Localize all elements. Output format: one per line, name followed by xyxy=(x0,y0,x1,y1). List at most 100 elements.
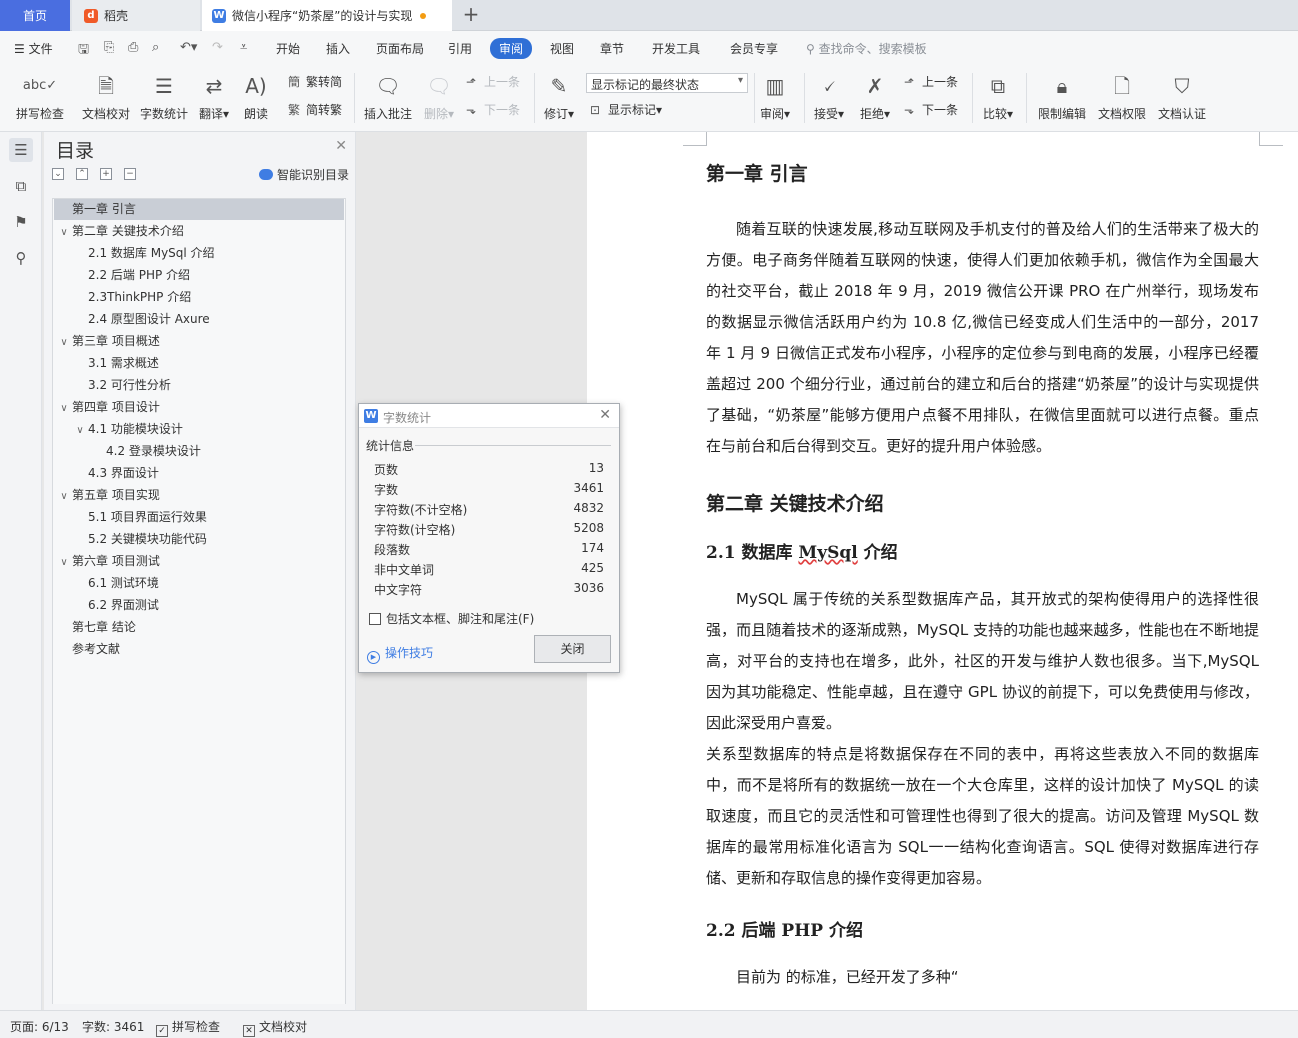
chevron-down-icon[interactable]: ∨ xyxy=(58,398,70,419)
customize-icon[interactable]: ⩡ xyxy=(240,40,247,55)
toc-item[interactable]: 2.4 原型图设计 Axure xyxy=(54,309,344,330)
print-icon[interactable]: ⎙ xyxy=(128,40,138,55)
toc-item[interactable]: ∨ 第三章 项目概述 xyxy=(54,331,344,352)
review-pane-button[interactable]: ▥ 审阅▾ xyxy=(756,71,794,122)
next-comment-button[interactable]: ⬎ 下一条 xyxy=(466,101,520,118)
outline-icon[interactable]: ☰ xyxy=(9,138,33,162)
chapter-nav-icon[interactable]: ⧉ xyxy=(9,174,33,198)
undo-icon[interactable]: ↶▾ xyxy=(180,40,197,55)
tab-document[interactable]: W 微信小程序“奶茶屋”的设计与实现 xyxy=(202,0,452,31)
menu-view[interactable]: 视图 xyxy=(550,40,574,57)
chevron-down-icon[interactable]: ∨ xyxy=(74,420,86,441)
toc-item[interactable]: 2.1 数据库 MySql 介绍 xyxy=(54,243,344,264)
remove-heading-icon[interactable]: − xyxy=(124,168,136,180)
menu-membership[interactable]: 会员专享 xyxy=(730,40,778,57)
toc-item[interactable]: 2.2 后端 PHP 介绍 xyxy=(54,265,344,286)
toc-item[interactable]: 5.1 项目界面运行效果 xyxy=(54,507,344,528)
toc-pane: 目录 ✕ ⌄ ⌃ + − 智能识别目录 第一章 引言 ∨ 第二章 关键技术介绍 2.1… xyxy=(44,132,356,1010)
menu-file[interactable]: ☰ 文件 xyxy=(14,40,53,57)
close-button[interactable]: 关闭 xyxy=(534,635,611,663)
redo-icon[interactable]: ↷ xyxy=(212,40,223,55)
chevron-down-icon[interactable]: ∨ xyxy=(58,486,70,507)
trad-to-simp-button[interactable]: 簡繁转简 xyxy=(288,73,342,90)
next-change-button[interactable]: ⬎ 下一条 xyxy=(904,101,958,118)
toc-item[interactable]: 5.2 关键模块功能代码 xyxy=(54,529,344,550)
tab-home[interactable]: 首页 xyxy=(0,0,70,31)
prev-comment-button[interactable]: ⬏ 上一条 xyxy=(466,73,520,90)
chevron-down-icon[interactable]: ∨ xyxy=(58,552,70,573)
search-icon[interactable]: ⚲ xyxy=(9,246,33,270)
menu-references[interactable]: 引用 xyxy=(448,40,472,57)
word-count-indicator[interactable]: 字数: 3461 xyxy=(82,1018,144,1035)
checkbox-box[interactable] xyxy=(369,613,381,625)
markup-mode-select[interactable]: 显示标记的最终状态 xyxy=(586,73,748,93)
toc-item[interactable]: 4.2 登录模块设计 xyxy=(54,441,344,462)
include-textbox-checkbox[interactable]: 包括文本框、脚注和尾注(F) xyxy=(369,610,534,627)
expand-icon[interactable]: ⌃ xyxy=(76,168,88,180)
document-page[interactable]: 第一章 引言 随着互联的快速发展,移动互联网及手机支付的普及给人们的生活带来了极… xyxy=(587,132,1298,1010)
prev-change-button[interactable]: ⬏ 上一条 xyxy=(904,73,958,90)
toc-item[interactable]: 第一章 引言 xyxy=(54,199,344,220)
chevron-down-icon[interactable]: ∨ xyxy=(58,332,70,353)
spell-check-button[interactable]: abc✓ 拼写检查 xyxy=(10,71,70,122)
page-indicator[interactable]: 页面: 6/13 xyxy=(10,1018,69,1035)
close-icon[interactable]: ✕ xyxy=(599,407,611,423)
status-spell-check[interactable]: ✓ 拼写检查 xyxy=(156,1018,220,1037)
toc-item[interactable]: ∨ 第五章 项目实现 xyxy=(54,485,344,506)
toc-item[interactable]: 6.1 测试环境 xyxy=(54,573,344,594)
menu-start[interactable]: 开始 xyxy=(276,40,300,57)
toc-item[interactable]: 4.3 界面设计 xyxy=(54,463,344,484)
menu-chapter[interactable]: 章节 xyxy=(600,40,624,57)
toc-item[interactable]: 2.3ThinkPHP 介绍 xyxy=(54,287,344,308)
simp-to-trad-button[interactable]: 繁简转繁 xyxy=(288,101,342,118)
chevron-down-icon[interactable]: ∨ xyxy=(58,222,70,243)
toc-item[interactable]: ∨ 第四章 项目设计 xyxy=(54,397,344,418)
toc-item[interactable]: 第七章 结论 xyxy=(54,617,344,638)
menu-dev-tools[interactable]: 开发工具 xyxy=(652,40,700,57)
read-aloud-button[interactable]: A) 朗读 xyxy=(240,71,272,122)
status-doc-proof[interactable]: ✕ 文档校对 xyxy=(243,1018,307,1037)
bookmark-icon[interactable]: ⚑ xyxy=(9,210,33,234)
tips-link[interactable]: ▶ 操作技巧 xyxy=(367,644,433,664)
toc-item[interactable]: 3.2 可行性分析 xyxy=(54,375,344,396)
doc-proof-button[interactable]: 🗎 文档校对 xyxy=(78,71,134,122)
delete-comment-button[interactable]: 🗨 删除▾ xyxy=(420,71,458,122)
smart-toc-button[interactable]: 智能识别目录 xyxy=(258,166,349,183)
menu-insert[interactable]: 插入 xyxy=(326,40,350,57)
track-changes-button[interactable]: ✎ 修订▾ xyxy=(540,71,578,122)
close-icon[interactable]: ✕ xyxy=(335,138,347,154)
new-tab-button[interactable]: + xyxy=(460,4,482,26)
status-doc-proof-label: 文档校对 xyxy=(259,1020,308,1034)
add-heading-icon[interactable]: + xyxy=(100,168,112,180)
search-icon: ⚲ xyxy=(806,42,819,56)
toc-item[interactable]: ∨ 第六章 项目测试 xyxy=(54,551,344,572)
toc-item[interactable]: 参考文献 xyxy=(54,639,344,660)
show-markup-button[interactable]: ⊡ 显示标记▾ xyxy=(590,101,662,118)
toc-item-label: 4.3 界面设计 xyxy=(88,466,159,480)
toc-item[interactable]: ∨ 第二章 关键技术介绍 xyxy=(54,221,344,242)
toc-item[interactable]: 6.2 界面测试 xyxy=(54,595,344,616)
reject-button[interactable]: ✗ 拒绝▾ xyxy=(856,71,894,122)
command-search[interactable]: ⚲ 查找命令、搜索模板 xyxy=(806,40,927,57)
toc-item[interactable]: ∨ 4.1 功能模块设计 xyxy=(54,419,344,440)
stat-value: 3461 xyxy=(573,481,604,495)
word-count-button[interactable]: ☰ 字数统计 xyxy=(138,71,190,122)
print-preview-icon[interactable]: ⌕ xyxy=(152,40,159,55)
compare-button[interactable]: ⧉ 比较▾ xyxy=(978,71,1018,122)
next-comment-icon: ⬎ xyxy=(466,103,477,117)
export-icon[interactable]: ⎘ xyxy=(104,40,114,55)
translate-button[interactable]: ⇄ 翻译▾ xyxy=(196,71,232,122)
toc-item[interactable]: 3.1 需求概述 xyxy=(54,353,344,374)
insert-comment-button[interactable]: 🗨 插入批注 xyxy=(362,71,414,122)
tab-daoke[interactable]: d 稻壳 xyxy=(72,0,200,31)
dialog-titlebar[interactable]: W 字数统计 ✕ xyxy=(359,404,619,428)
save-icon[interactable]: 🖫 xyxy=(78,40,89,62)
menu-review[interactable]: 审阅 xyxy=(490,38,533,59)
doc-permission-button[interactable]: 🗋 文档权限 xyxy=(1094,71,1150,122)
restrict-edit-button[interactable]: 🔒︎ 限制编辑 xyxy=(1034,71,1090,122)
document-body: 第一章 引言 随着互联的快速发展,移动互联网及手机支付的普及给人们的生活带来了极… xyxy=(706,154,1259,993)
collapse-icon[interactable]: ⌄ xyxy=(52,168,64,180)
doc-auth-button[interactable]: ⛉ 文档认证 xyxy=(1154,71,1210,122)
accept-button[interactable]: 🗸 接受▾ xyxy=(810,71,848,122)
menu-page-layout[interactable]: 页面布局 xyxy=(376,40,424,57)
